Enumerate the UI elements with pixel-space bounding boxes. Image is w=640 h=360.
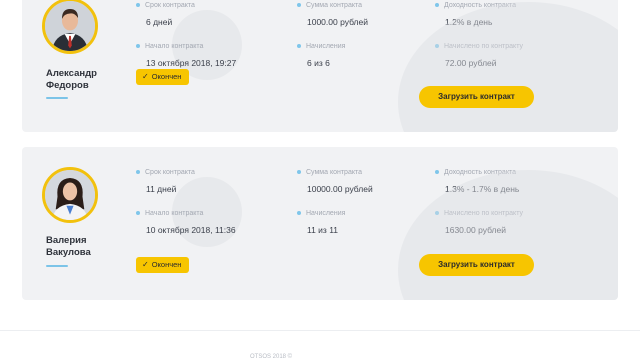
accruals-value: 11 из 11 xyxy=(307,225,339,235)
name-underline xyxy=(46,265,68,267)
bullet-icon xyxy=(136,44,140,48)
term-field: Срок контракта 6 дней xyxy=(136,0,195,27)
term-label: Срок контракта xyxy=(145,168,195,176)
investor-last-name: Федоров xyxy=(46,80,89,91)
upload-contract-button[interactable]: Загрузить контракт xyxy=(419,254,534,276)
footer-divider xyxy=(0,330,640,331)
investor-name: Валерия Вакулова xyxy=(46,235,126,259)
term-value: 11 дней xyxy=(146,184,177,194)
income-label: Начислено по контракту xyxy=(444,209,523,217)
start-field: Начало контракта 10 октября 2018, 11:36 xyxy=(136,208,236,235)
footer-copyright: OTSOS 2018 © xyxy=(250,354,293,360)
woman-portrait-icon xyxy=(45,170,95,220)
start-value: 13 октября 2018, 19:27 xyxy=(146,58,237,68)
investor-first-name: Валерия xyxy=(46,235,87,246)
yield-label: Доходность контракта xyxy=(444,1,516,9)
income-label: Начислено по контракту xyxy=(444,42,523,50)
check-icon: ✓ xyxy=(142,72,149,81)
contract-card: Александр Федоров Срок контракта 6 дней … xyxy=(22,0,618,132)
check-icon: ✓ xyxy=(142,260,149,269)
yield-label: Доходность контракта xyxy=(444,168,516,176)
status-label: Окончен xyxy=(151,72,182,81)
accruals-value: 6 из 6 xyxy=(307,58,330,68)
status-badge: ✓ Окончен xyxy=(136,69,190,85)
yield-field: Доходность контракта 1.2% в день xyxy=(435,0,516,27)
start-label: Начало контракта xyxy=(145,42,204,50)
accruals-label: Начисления xyxy=(306,42,346,50)
income-field: Начислено по контракту 1630.00 рублей xyxy=(435,208,523,235)
term-value: 6 дней xyxy=(146,17,173,27)
status-label: Окончен xyxy=(151,260,182,269)
term-label: Срок контракта xyxy=(145,1,195,9)
yield-value: 1.2% в день xyxy=(445,17,493,27)
amount-label: Сумма контракта xyxy=(306,1,362,9)
income-value: 1630.00 рублей xyxy=(445,225,506,235)
bullet-icon xyxy=(435,170,439,174)
contract-card: Валерия Вакулова Срок контракта 11 дней … xyxy=(22,147,618,300)
bullet-icon xyxy=(435,211,439,215)
bullet-icon xyxy=(136,170,140,174)
name-underline xyxy=(46,97,68,99)
accruals-field: Начисления 6 из 6 xyxy=(297,41,345,68)
accruals-label: Начисления xyxy=(306,209,346,217)
investor-last-name: Вакулова xyxy=(46,247,91,258)
start-label: Начало контракта xyxy=(145,209,204,217)
amount-label: Сумма контракта xyxy=(306,168,362,176)
bullet-icon xyxy=(136,211,140,215)
bullet-icon xyxy=(136,3,140,7)
avatar xyxy=(42,0,98,54)
amount-value: 10000.00 рублей xyxy=(307,184,373,194)
income-field: Начислено по контракту 72.00 рублей xyxy=(435,41,523,68)
bullet-icon xyxy=(297,211,301,215)
status-badge: ✓ Окончен xyxy=(136,257,190,273)
bullet-icon xyxy=(435,44,439,48)
amount-field: Сумма контракта 10000.00 рублей xyxy=(297,167,373,194)
avatar xyxy=(42,167,98,223)
accruals-field: Начисления 11 из 11 xyxy=(297,208,345,235)
bullet-icon xyxy=(435,3,439,7)
start-field: Начало контракта 13 октября 2018, 19:27 xyxy=(136,41,236,68)
start-value: 10 октября 2018, 11:36 xyxy=(146,225,236,235)
bullet-icon xyxy=(297,3,301,7)
bullet-icon xyxy=(297,44,301,48)
investor-name: Александр Федоров xyxy=(46,68,126,92)
investor-first-name: Александр xyxy=(46,68,97,79)
term-field: Срок контракта 11 дней xyxy=(136,167,195,194)
yield-value: 1.3% - 1.7% в день xyxy=(445,184,520,194)
upload-contract-button[interactable]: Загрузить контракт xyxy=(419,86,534,108)
yield-field: Доходность контракта 1.3% - 1.7% в день xyxy=(435,167,519,194)
man-portrait-icon xyxy=(45,1,95,51)
bullet-icon xyxy=(297,170,301,174)
income-value: 72.00 рублей xyxy=(445,58,497,68)
amount-field: Сумма контракта 1000.00 рублей xyxy=(297,0,368,27)
amount-value: 1000.00 рублей xyxy=(307,17,368,27)
